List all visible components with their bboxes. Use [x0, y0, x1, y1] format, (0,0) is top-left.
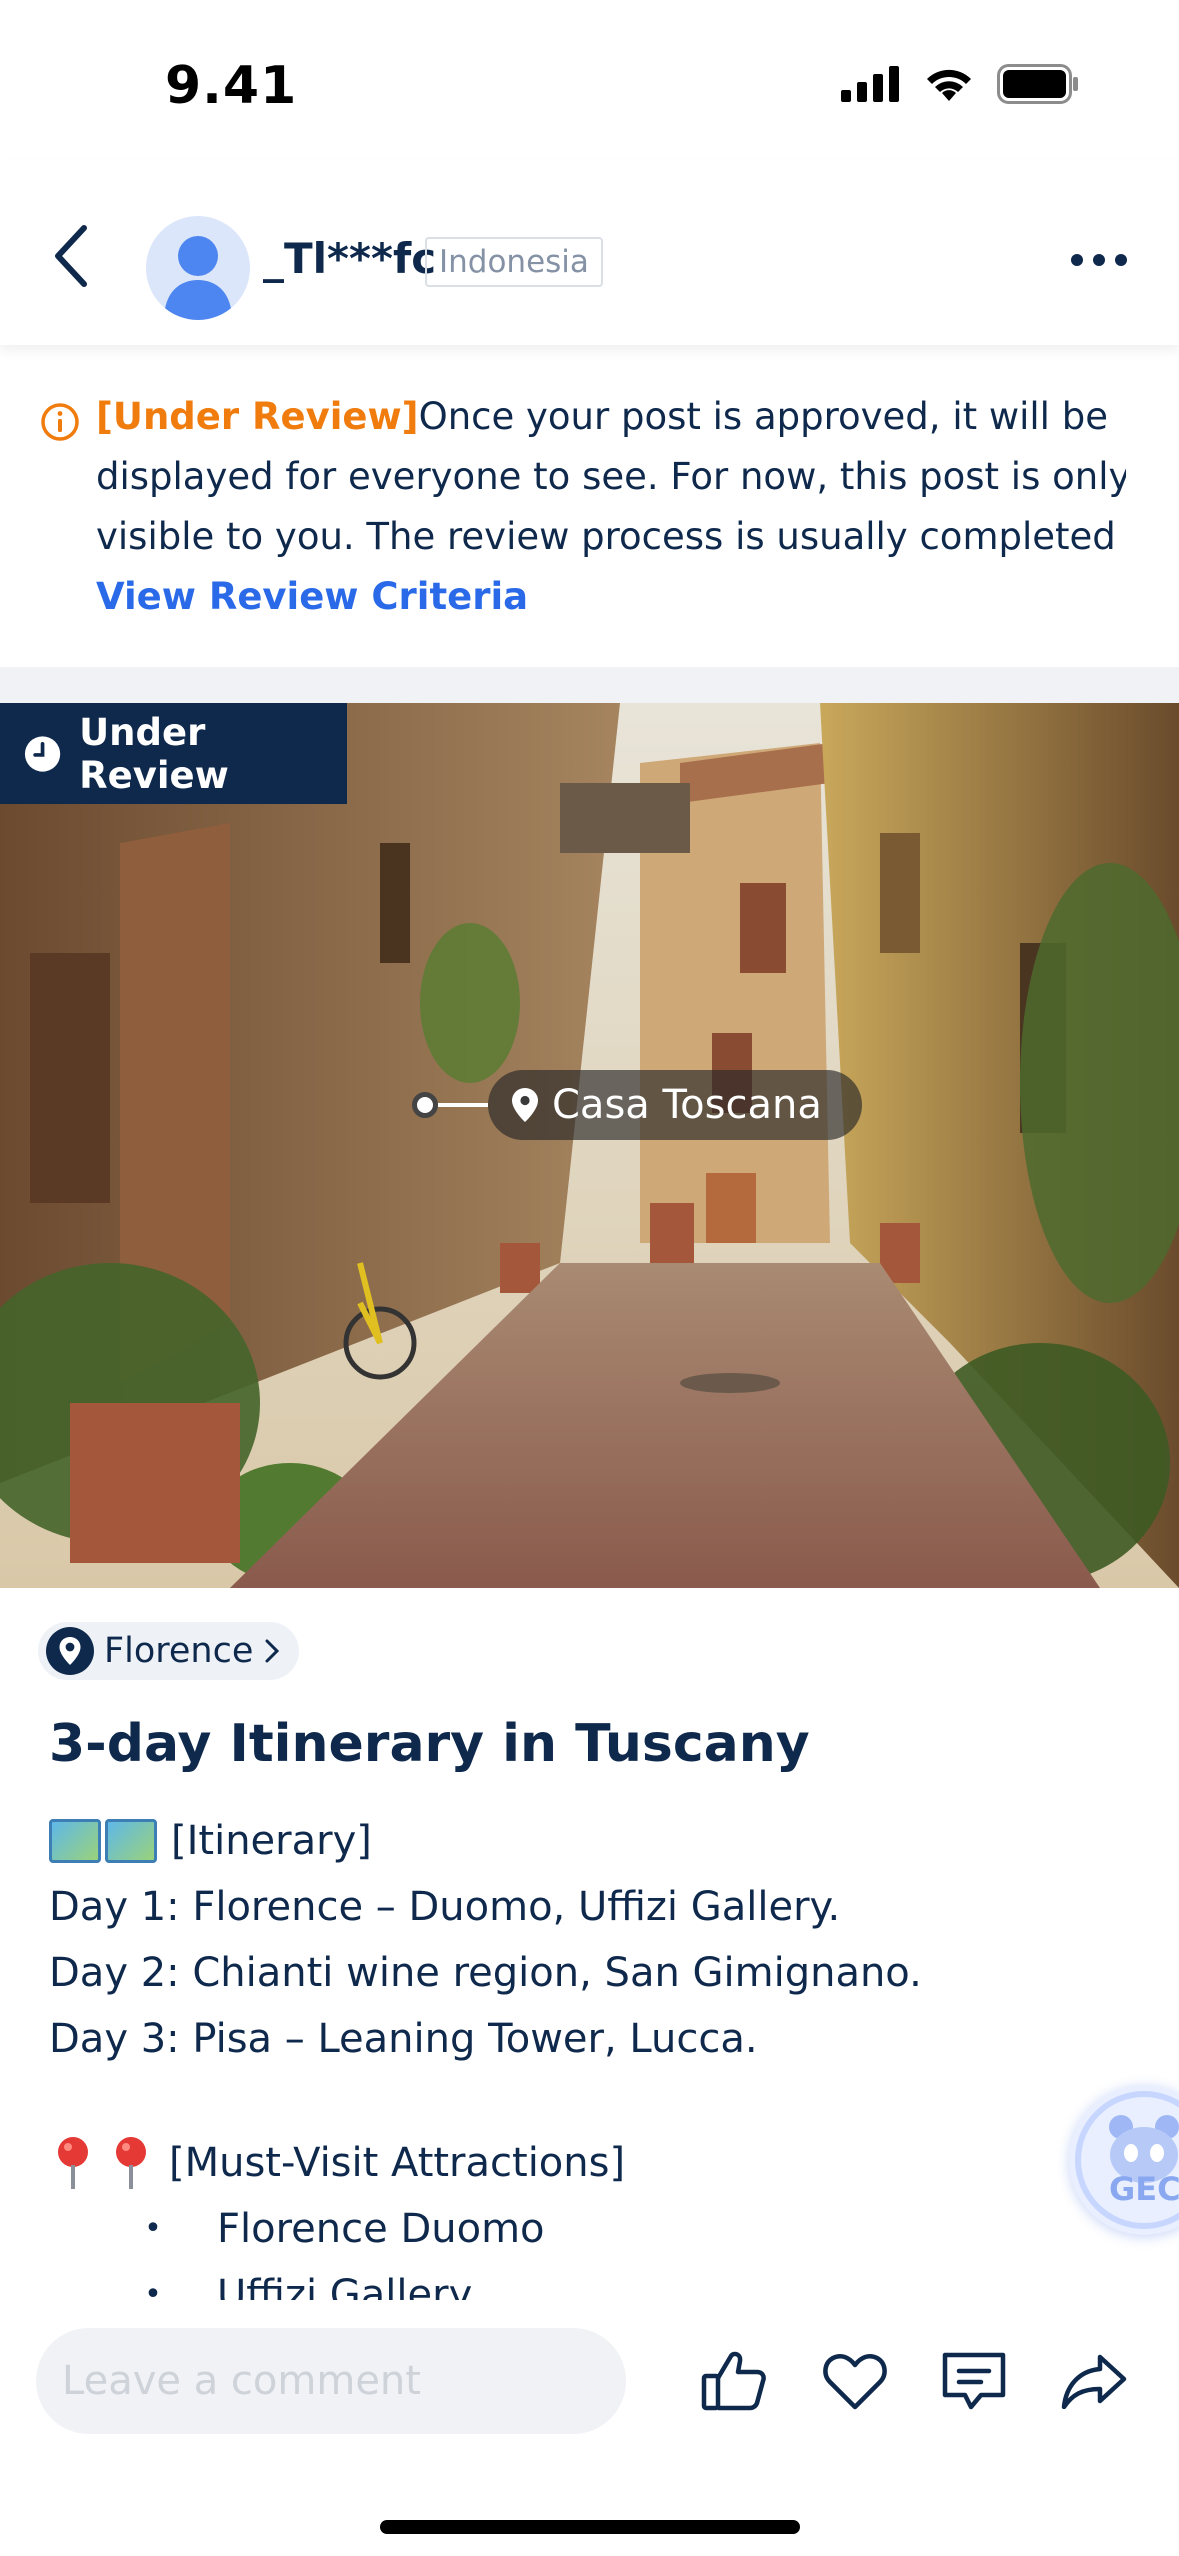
country-badge: Indonesia	[425, 237, 603, 287]
info-icon	[41, 403, 79, 441]
chevron-right-icon	[265, 1639, 280, 1663]
avatar[interactable]	[146, 216, 250, 320]
location-pill[interactable]: Casa Toscana	[488, 1070, 862, 1140]
under-review-label: Under Review	[79, 710, 229, 797]
post-header: _Tl***fc Indonesia	[0, 160, 1179, 345]
signal-icon	[841, 66, 899, 102]
status-icons	[841, 64, 1079, 104]
city-chip[interactable]: Florence	[38, 1622, 300, 1680]
favorite-button[interactable]	[818, 2344, 892, 2418]
location-pin-icon	[46, 1627, 94, 1675]
status-time: 9.41	[165, 56, 298, 116]
location-name: Casa Toscana	[552, 1082, 822, 1128]
attraction-name: Florence Duomo	[217, 2206, 545, 2252]
attractions-header: [Must-Visit Attractions]	[169, 2140, 626, 2186]
city-name: Florence	[104, 1631, 254, 1671]
post-body-viewport: [Itinerary] Day 1: Florence – Duomo, Uff…	[0, 1808, 1179, 2300]
world-map-icon	[105, 1819, 157, 1863]
itinerary-day-3: Day 3: Pisa – Leaning Tower, Lucca.	[49, 2016, 758, 2062]
bottom-action-bar	[0, 2300, 1179, 2556]
itinerary-day-1: Day 1: Florence – Duomo, Uffizi Gallery.	[49, 1884, 841, 1930]
like-icon	[701, 2351, 766, 2411]
notice-line-1: Once your post is approved, it will be	[418, 395, 1108, 438]
round-pushpin-icon	[58, 2137, 88, 2189]
share-button[interactable]	[1057, 2344, 1131, 2418]
notice-line-3: visible to you. The review process is us…	[96, 515, 1126, 558]
under-review-badge: Under Review	[0, 703, 347, 804]
notice-text: [Under Review]Once your post is approved…	[96, 387, 1126, 627]
world-map-icon	[49, 1819, 101, 1863]
status-bar: 9.41	[0, 0, 1179, 160]
location-pin-icon	[512, 1088, 538, 1122]
street-photo	[0, 703, 1179, 1588]
battery-icon	[997, 64, 1078, 104]
round-pushpin-icon	[116, 2137, 146, 2189]
back-chevron-icon	[55, 225, 87, 287]
assistant-label: GEC	[1109, 2170, 1179, 2208]
clock-icon	[24, 735, 61, 772]
attractions-header-line: [Must-Visit Attractions]	[49, 2130, 1109, 2196]
more-dots-icon	[1071, 254, 1083, 266]
back-button[interactable]	[40, 216, 100, 296]
more-button[interactable]	[1059, 230, 1139, 290]
bullet: •	[144, 2277, 162, 2300]
location-tag[interactable]: Casa Toscana	[412, 1070, 862, 1140]
review-notice: [Under Review]Once your post is approved…	[0, 345, 1179, 667]
itinerary-header-line: [Itinerary]	[49, 1808, 1109, 1874]
post-image[interactable]: Under Review Casa Toscana	[0, 703, 1179, 1588]
notice-tag: [Under Review]	[96, 395, 419, 438]
share-icon	[1061, 2354, 1127, 2409]
section-divider	[0, 667, 1179, 703]
avatar-icon	[164, 236, 232, 320]
post-title: 3-day Itinerary in Tuscany	[49, 1714, 810, 1774]
comment-input[interactable]	[36, 2328, 626, 2434]
view-review-criteria-link[interactable]: View Review Criteria	[96, 567, 1126, 627]
favorite-icon	[823, 2354, 887, 2410]
wifi-icon	[927, 69, 971, 101]
attraction-item: • Uffizi Gallery	[49, 2262, 1109, 2300]
notice-line-2: displayed for everyone to see. For now, …	[96, 455, 1126, 498]
attraction-item: • Florence Duomo	[49, 2196, 1109, 2262]
itinerary-header: [Itinerary]	[171, 1818, 372, 1864]
username[interactable]: _Tl***fc	[263, 234, 436, 283]
post-detail-screen: 9.41 _Tl***fc Indonesia [Under Review]On…	[0, 0, 1179, 2556]
comment-button[interactable]	[937, 2344, 1011, 2418]
location-anchor-dot	[412, 1092, 438, 1118]
location-anchor-line	[438, 1103, 488, 1107]
home-indicator	[380, 2520, 800, 2534]
post-body: [Itinerary] Day 1: Florence – Duomo, Uff…	[49, 1808, 1109, 2300]
comment-icon	[942, 2352, 1006, 2410]
like-button[interactable]	[697, 2344, 771, 2418]
itinerary-day-2: Day 2: Chianti wine region, San Gimignan…	[49, 1950, 922, 1996]
bullet: •	[144, 2211, 162, 2246]
attraction-name: Uffizi Gallery	[217, 2272, 473, 2300]
